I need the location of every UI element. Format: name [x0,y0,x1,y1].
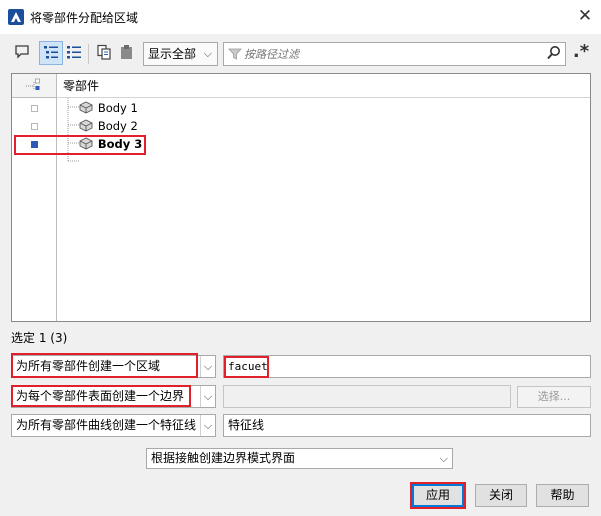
interface-mode-select[interactable]: 根据接触创建边界模式界面 ⌵ [146,448,453,469]
copy-icon [96,44,112,63]
interface-mode-value: 根据接触创建边界模式界面 [151,451,296,465]
path-filter-box[interactable] [223,42,566,66]
feature-mode-value: 为所有零部件曲线创建一个特征线 [16,418,197,432]
boundary-field [223,385,511,408]
chevron-down-icon: ⌵ [200,415,215,436]
paste-button[interactable] [115,41,139,65]
chevron-down-icon: ⌵ [200,356,215,377]
chevron-down-icon: ⌵ [200,386,215,407]
body-part-icon [79,101,93,114]
display-filter-value: 显示全部 [148,47,197,61]
tree-row-body-1[interactable]: Body 1 [78,99,138,117]
comment-icon [14,44,30,63]
body-1-checkbox[interactable] [31,105,38,112]
parts-tree-panel: 零部件 Body 1 Body 2 Body 3 [11,73,591,322]
feature-mode-select[interactable]: 为所有零部件曲线创建一个特征线 ⌵ [11,414,216,437]
regex-toggle-button[interactable]: .* [570,40,592,64]
close-button[interactable]: 关闭 [475,484,527,507]
tree-row-body-3[interactable]: Body 3 [78,135,142,153]
parts-column-header[interactable]: 零部件 [57,74,590,98]
tree-row-label: Body 2 [97,119,138,133]
app-logo-icon [8,9,24,25]
flat-list-icon [66,44,82,63]
path-filter-input[interactable] [244,44,544,64]
title-bar: 将零部件分配给区域 ✕ [0,0,601,34]
body-2-checkbox[interactable] [31,123,38,130]
tree-row-body-2[interactable]: Body 2 [78,117,138,135]
body-3-checkbox[interactable] [31,141,38,148]
tree-row-label: Body 1 [97,101,138,115]
apply-button[interactable]: 应用 [412,484,464,507]
paste-icon [119,44,135,63]
tree-view-button[interactable] [39,41,63,65]
column-select-icon [26,78,40,90]
display-filter-select[interactable]: 显示全部 ⌵ [143,42,218,66]
check-column-header[interactable] [12,74,57,98]
region-mode-value: 为所有零部件创建一个区域 [16,359,161,373]
window-title: 将零部件分配给区域 [30,11,139,25]
region-mode-select[interactable]: 为所有零部件创建一个区域 ⌵ [11,355,216,378]
selection-status: 选定 1 (3) [11,331,68,345]
filter-icon [228,47,242,61]
flat-view-button[interactable] [62,41,86,65]
chevron-down-icon: ⌵ [203,47,212,60]
select-button[interactable]: 选择... [517,386,591,408]
region-name-field[interactable]: facuet [223,355,591,378]
tree-row-label: Body 3 [97,137,143,151]
boundary-mode-select[interactable]: 为每个零部件表面创建一个边界 ⌵ [11,385,216,408]
toolbar-divider [88,44,89,64]
search-icon[interactable] [546,45,562,63]
body-part-icon [79,137,93,150]
body-part-icon [79,119,93,132]
tree-list-icon [43,44,59,63]
help-button[interactable]: 帮助 [536,484,589,507]
boundary-mode-value: 为每个零部件表面创建一个边界 [16,389,185,403]
chevron-down-icon: ⌵ [439,452,448,465]
close-window-button[interactable]: ✕ [575,5,595,27]
comment-button[interactable] [10,41,34,65]
check-column [12,98,57,321]
copy-button[interactable] [92,41,116,65]
feature-name-field[interactable]: 特征线 [223,414,591,437]
